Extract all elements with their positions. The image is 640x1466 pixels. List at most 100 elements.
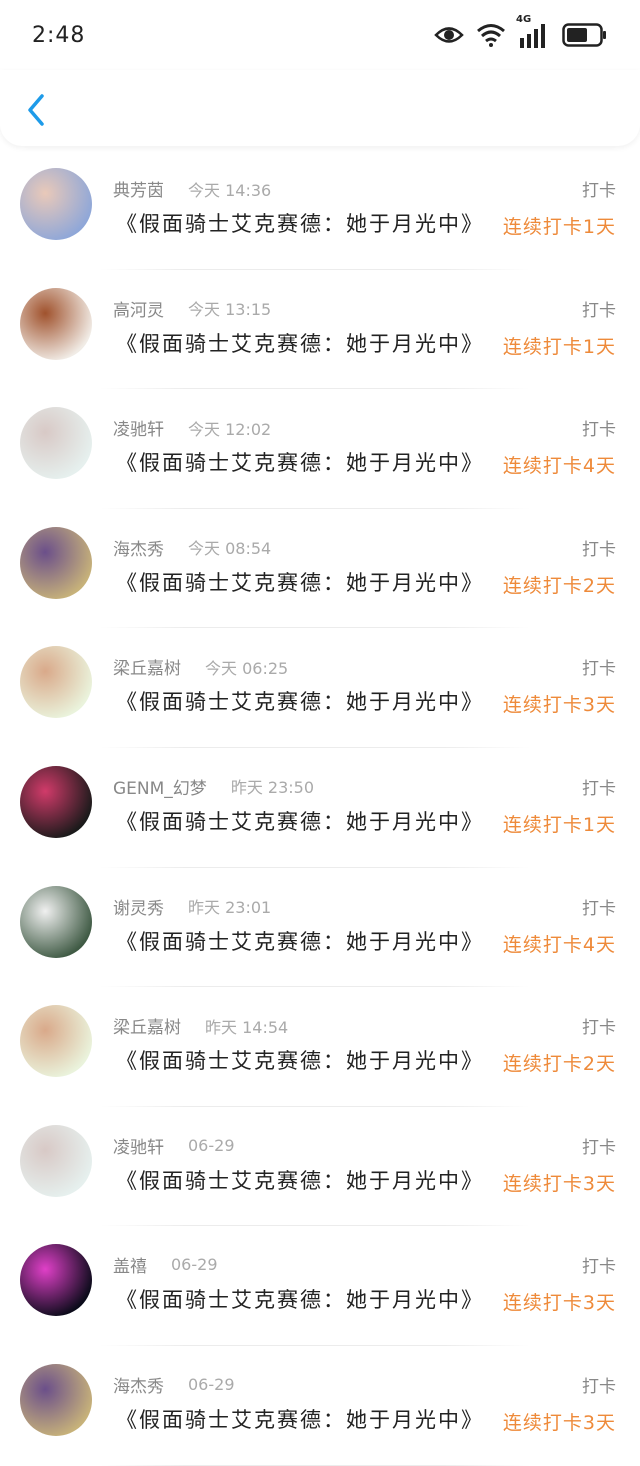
- list-item[interactable]: 梁丘嘉树 昨天 14:54 打卡 《假面骑士艾克赛德：她于月光中》 连续打卡2天: [0, 987, 640, 1107]
- item-meta: 凌驰轩 06-29: [113, 1133, 235, 1158]
- action-label: 打卡: [582, 420, 616, 441]
- post-time: 今天 12:02: [188, 419, 272, 439]
- status-bar: 2:48 4G: [0, 0, 640, 70]
- streak-label: 连续打卡2天: [502, 574, 616, 597]
- user-name[interactable]: 海杰秀: [113, 1372, 164, 1397]
- item-meta: 高河灵 今天 13:15: [113, 296, 271, 321]
- action-label: 打卡: [582, 181, 616, 201]
- user-name[interactable]: 盖禧: [113, 1252, 147, 1277]
- book-title: 《假面骑士艾克赛德：她于月光中》: [116, 451, 484, 476]
- streak-label: 连续打卡1天: [502, 335, 616, 358]
- back-button[interactable]: [22, 92, 52, 128]
- user-name[interactable]: 典芳茵: [113, 176, 164, 201]
- item-meta: 海杰秀 今天 08:54: [113, 535, 271, 560]
- post-time: 昨天 14:54: [205, 1017, 289, 1037]
- list-item[interactable]: 凌驰轩 06-29 打卡 《假面骑士艾克赛德：她于月光中》 连续打卡3天: [0, 1107, 640, 1227]
- action-label: 打卡: [582, 300, 616, 321]
- avatar[interactable]: [20, 646, 92, 719]
- book-title: 《假面骑士艾克赛德：她于月光中》: [116, 1049, 484, 1074]
- book-title: 《假面骑士艾克赛德：她于月光中》: [116, 929, 484, 954]
- avatar[interactable]: [20, 1005, 92, 1078]
- header-bar: [0, 70, 640, 146]
- status-icons: 4G: [434, 14, 608, 48]
- action-label: 打卡: [582, 1018, 616, 1039]
- list-item[interactable]: 梁丘嘉树 今天 06:25 打卡 《假面骑士艾克赛德：她于月光中》 连续打卡3天: [0, 628, 640, 748]
- avatar[interactable]: [20, 168, 92, 240]
- book-title: 《假面骑士艾克赛德：她于月光中》: [116, 331, 484, 356]
- user-name[interactable]: 凌驰轩: [113, 1133, 164, 1158]
- streak-label: 连续打卡3天: [502, 1292, 616, 1315]
- item-meta: 海杰秀 06-29: [113, 1372, 235, 1397]
- post-time: 今天 08:54: [188, 539, 272, 559]
- streak-label: 连续打卡3天: [502, 1172, 616, 1195]
- chevron-left-icon: [28, 94, 44, 126]
- status-time: 2:48: [32, 22, 86, 48]
- action-label: 打卡: [582, 539, 616, 560]
- list-item[interactable]: 凌驰轩 今天 12:02 打卡 《假面骑士艾克赛德：她于月光中》 连续打卡4天: [0, 389, 640, 509]
- avatar[interactable]: [20, 526, 92, 599]
- streak-label: 连续打卡1天: [502, 216, 616, 238]
- action-label: 打卡: [582, 898, 616, 919]
- checkin-list: 典芳茵 今天 14:36 打卡 《假面骑士艾克赛德：她于月光中》 连续打卡1天 …: [0, 150, 640, 1466]
- list-item[interactable]: 海杰秀 06-29 打卡 《假面骑士艾克赛德：她于月光中》 连续打卡3天: [0, 1346, 640, 1466]
- avatar[interactable]: [20, 287, 92, 360]
- book-title: 《假面骑士艾克赛德：她于月光中》: [116, 690, 484, 715]
- book-title: 《假面骑士艾克赛德：她于月光中》: [116, 1288, 484, 1313]
- user-name[interactable]: 梁丘嘉树: [113, 654, 181, 679]
- avatar[interactable]: [20, 1244, 92, 1317]
- streak-label: 连续打卡1天: [502, 813, 616, 836]
- item-meta: 梁丘嘉树 今天 06:25: [113, 654, 289, 680]
- list-item[interactable]: 谢灵秀 昨天 23:01 打卡 《假面骑士艾克赛德：她于月光中》 连续打卡4天: [0, 868, 640, 988]
- user-name[interactable]: 谢灵秀: [113, 894, 164, 919]
- item-meta: 凌驰轩 今天 12:02: [113, 415, 272, 441]
- eye-icon: [434, 24, 464, 46]
- action-label: 打卡: [582, 1376, 616, 1397]
- streak-label: 连续打卡3天: [502, 1411, 616, 1434]
- avatar[interactable]: [20, 1124, 92, 1197]
- action-label: 打卡: [582, 1257, 616, 1278]
- avatar[interactable]: [20, 407, 92, 480]
- post-time: 06-29: [171, 1255, 218, 1275]
- user-name[interactable]: 高河灵: [113, 296, 164, 321]
- item-meta: 谢灵秀 昨天 23:01: [113, 894, 271, 919]
- list-item[interactable]: 盖禧 06-29 打卡 《假面骑士艾克赛德：她于月光中》 连续打卡3天: [0, 1226, 640, 1346]
- battery-icon: [562, 23, 608, 47]
- action-label: 打卡: [582, 1137, 616, 1158]
- cellular-signal-icon: 4G: [516, 14, 550, 48]
- book-title: 《假面骑士艾克赛德：她于月光中》: [116, 570, 484, 595]
- streak-label: 连续打卡4天: [502, 933, 616, 956]
- item-meta: 梁丘嘉树 昨天 14:54: [113, 1013, 289, 1039]
- post-time: 今天 14:36: [188, 180, 272, 200]
- book-title: 《假面骑士艾克赛德：她于月光中》: [116, 1168, 484, 1193]
- post-time: 今天 13:15: [188, 300, 272, 320]
- divider: [100, 1464, 530, 1466]
- avatar[interactable]: [20, 1363, 92, 1436]
- user-name[interactable]: GENM_幻梦: [113, 774, 207, 799]
- list-item[interactable]: 海杰秀 今天 08:54 打卡 《假面骑士艾克赛德：她于月光中》 连续打卡2天: [0, 509, 640, 629]
- action-label: 打卡: [582, 659, 616, 680]
- avatar[interactable]: [20, 885, 92, 958]
- item-meta: 典芳茵 今天 14:36: [113, 176, 272, 202]
- streak-label: 连续打卡4天: [502, 455, 616, 478]
- post-time: 今天 06:25: [205, 658, 289, 678]
- list-item[interactable]: 典芳茵 今天 14:36 打卡 《假面骑士艾克赛德：她于月光中》 连续打卡1天: [0, 150, 640, 270]
- book-title: 《假面骑士艾克赛德：她于月光中》: [116, 1407, 484, 1432]
- book-title: 《假面骑士艾克赛德：她于月光中》: [116, 212, 484, 236]
- post-time: 昨天 23:50: [230, 778, 315, 798]
- wifi-icon: [476, 23, 506, 47]
- item-meta: 盖禧 06-29: [113, 1252, 218, 1277]
- item-meta: GENM_幻梦 昨天 23:50: [113, 774, 314, 799]
- user-name[interactable]: 海杰秀: [113, 535, 164, 560]
- streak-label: 连续打卡2天: [502, 1053, 616, 1076]
- streak-label: 连续打卡3天: [502, 694, 616, 717]
- list-item[interactable]: 高河灵 今天 13:15 打卡 《假面骑士艾克赛德：她于月光中》 连续打卡1天: [0, 270, 640, 390]
- book-title: 《假面骑士艾克赛德：她于月光中》: [116, 809, 484, 834]
- avatar[interactable]: [20, 765, 92, 838]
- post-time: 06-29: [188, 1374, 235, 1394]
- list-item[interactable]: GENM_幻梦 昨天 23:50 打卡 《假面骑士艾克赛德：她于月光中》 连续打…: [0, 748, 640, 868]
- post-time: 06-29: [188, 1135, 235, 1155]
- post-time: 昨天 23:01: [188, 898, 272, 918]
- network-type-label: 4G: [516, 14, 532, 25]
- user-name[interactable]: 梁丘嘉树: [113, 1013, 181, 1038]
- user-name[interactable]: 凌驰轩: [113, 415, 164, 440]
